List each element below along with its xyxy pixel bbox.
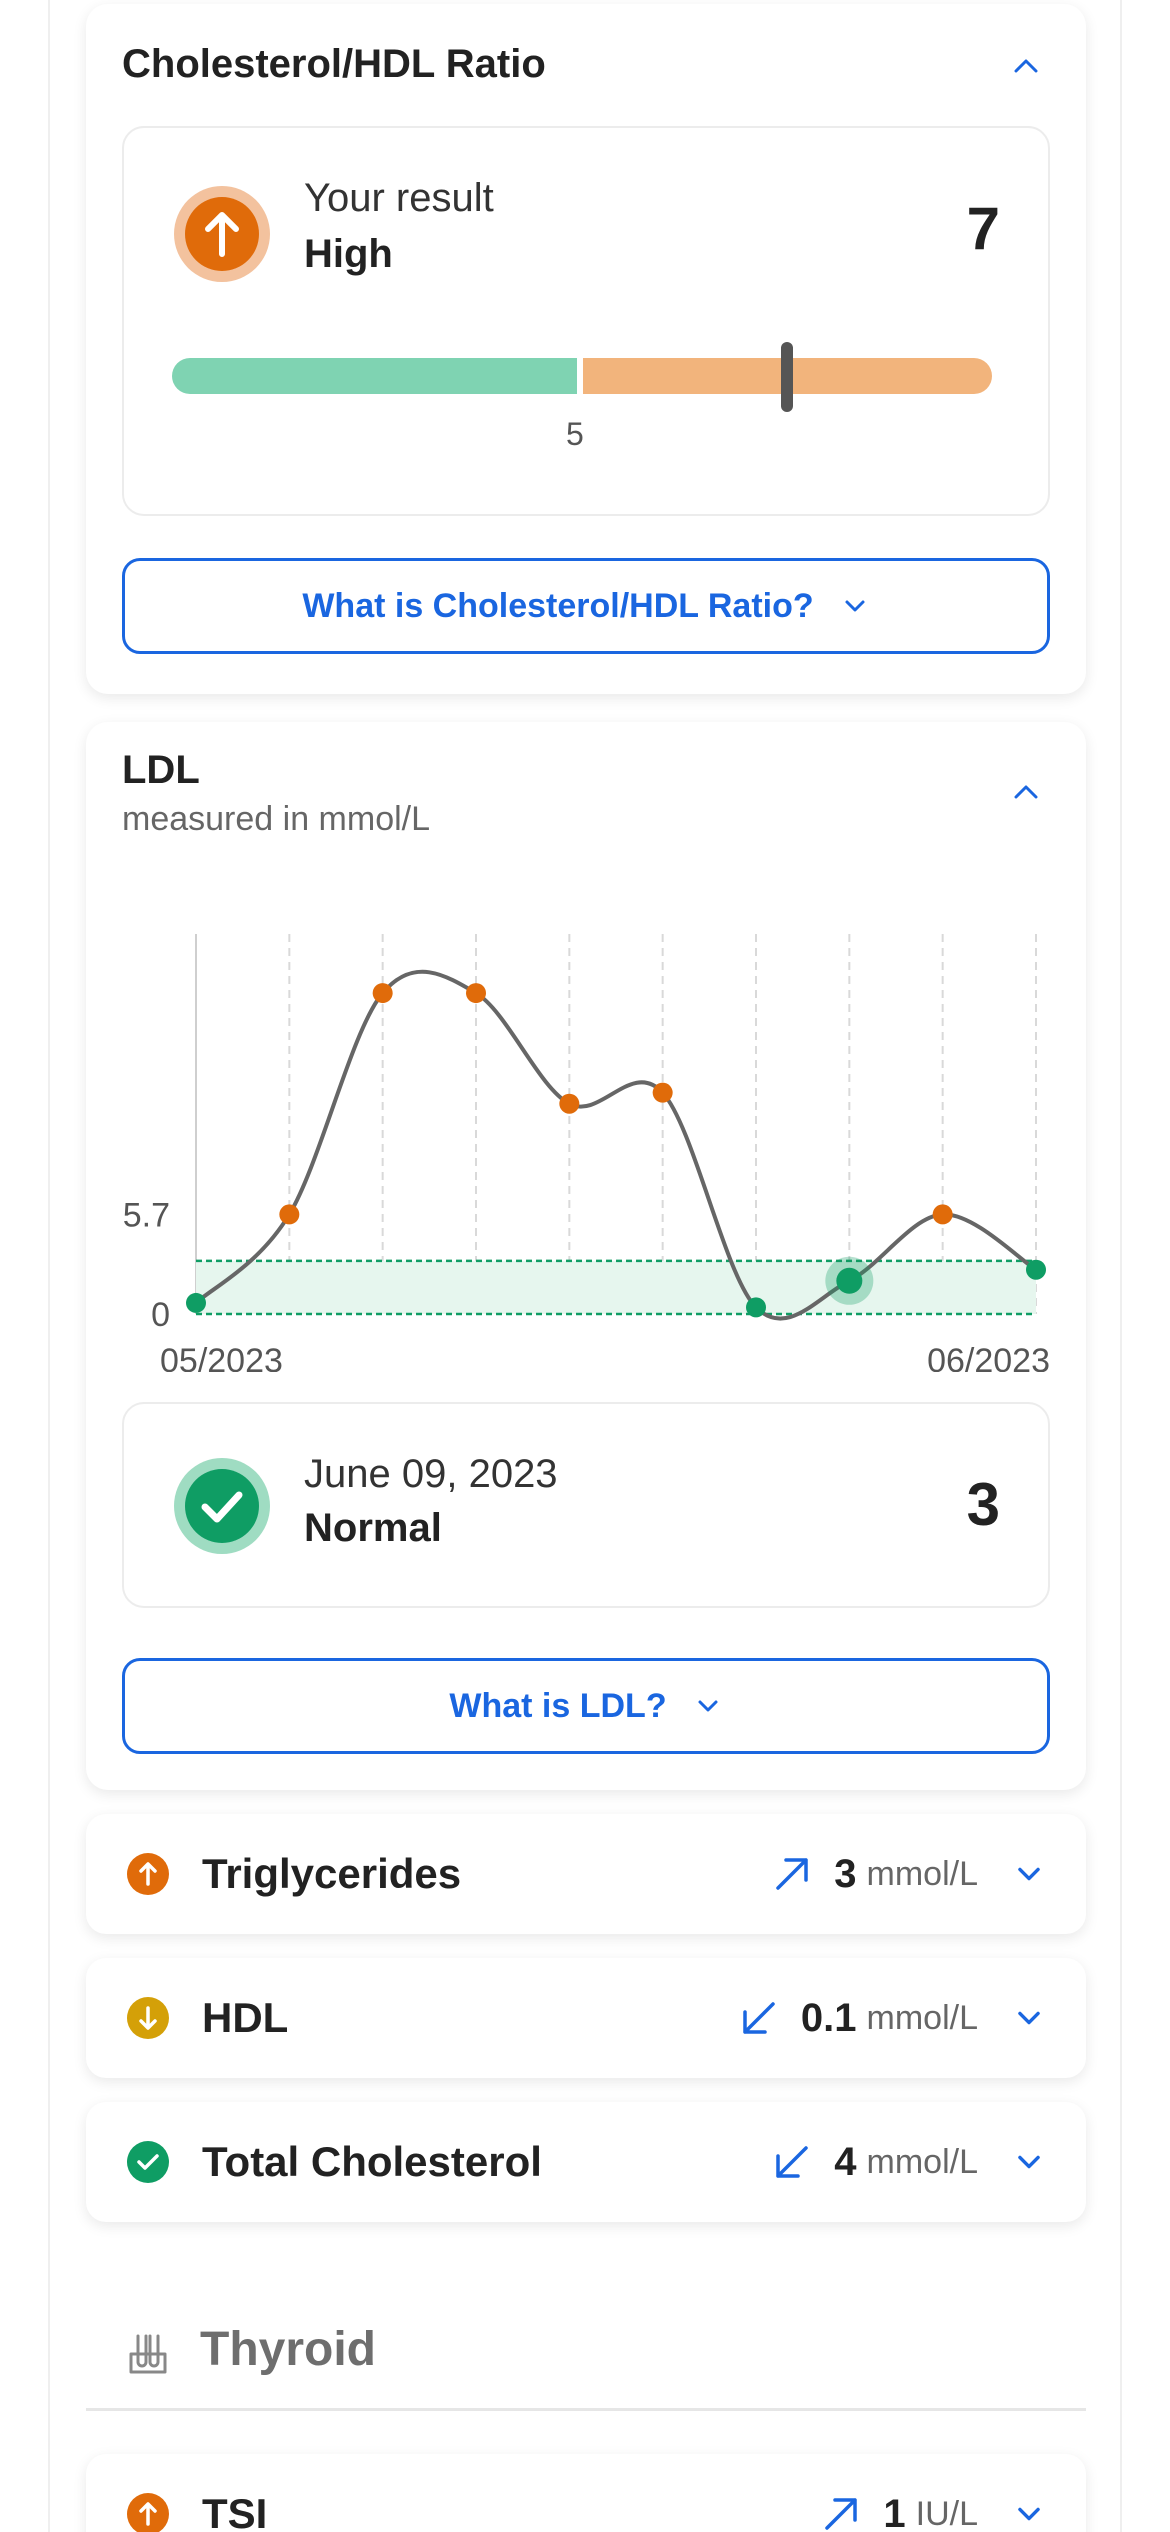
ratio-result-panel: Your result High 7 5	[122, 126, 1050, 516]
data-point	[652, 1082, 673, 1103]
ldl-chart: 0 5.7 05/2023 06/2023	[123, 934, 1050, 1372]
row-value-group: 1 IU/L	[821, 2454, 1046, 2532]
row-name: HDL	[202, 1994, 289, 2041]
row-name: Triglycerides	[202, 1850, 462, 1897]
check-circle-icon	[174, 1458, 270, 1554]
selected-data-point	[836, 1267, 863, 1294]
ldl-card: LDL measured in mmol/L 0 5.7 05/2023 06/202…	[86, 722, 1086, 1790]
arrow-up-circle-icon	[127, 2493, 169, 2532]
row-value: 4	[834, 2139, 857, 2184]
section-divider	[86, 2408, 1086, 2411]
row-value: 3	[834, 1851, 857, 1896]
ldl-result-panel: June 09, 2023 Normal 3	[122, 1402, 1050, 1608]
row-unit: mmol/L	[866, 1854, 978, 1893]
chevron-down-icon	[698, 1700, 718, 1712]
arrow-up-circle-icon	[127, 1853, 169, 1895]
x-tick-label: 05/2023	[160, 1342, 283, 1372]
range-bar-normal	[172, 358, 577, 394]
range-indicator	[781, 342, 793, 412]
ratio-card-title: Cholesterol/HDL Ratio	[122, 42, 546, 86]
triglycerides-row[interactable]: Triglycerides 3 mmol/L	[86, 1814, 1086, 1934]
row-value-group: 0.1 mmol/L	[739, 1958, 1046, 2078]
row-value-group: 3 mmol/L	[772, 1814, 1046, 1934]
data-point	[372, 983, 393, 1004]
row-value: 1	[883, 2491, 906, 2532]
explain-ldl-button[interactable]: What is LDL?	[122, 1658, 1050, 1754]
trend-up-icon	[825, 2498, 858, 2530]
range-bar	[172, 342, 992, 412]
result-value: 3	[966, 1471, 1000, 1538]
data-point	[746, 1297, 766, 1318]
ldl-card-title: LDL	[122, 748, 200, 792]
x-tick-label: 06/2023	[927, 1342, 1050, 1372]
chevron-up-icon[interactable]	[1006, 772, 1046, 812]
y-tick-label: 0	[151, 1296, 170, 1334]
trend-down-icon	[743, 2002, 775, 2034]
total-cholesterol-row[interactable]: Total Cholesterol 4 mmol/L	[86, 2102, 1086, 2222]
tsi-row[interactable]: TSI 1 IU/L	[86, 2454, 1086, 2532]
trend-up-icon	[776, 1858, 809, 1890]
normal-range-band	[196, 1260, 1036, 1314]
data-point	[279, 1204, 300, 1225]
result-value: 7	[966, 195, 1000, 262]
trend-down-icon	[776, 2146, 809, 2178]
ratio-card: Cholesterol/HDL Ratio Your result High 7…	[86, 4, 1086, 694]
result-status: High	[304, 232, 393, 276]
explain-ldl-label: What is LDL?	[449, 1686, 667, 1725]
ldl-card-subtitle: measured in mmol/L	[122, 800, 431, 838]
row-name: Total Cholesterol	[202, 2138, 542, 2185]
result-label: Your result	[304, 176, 494, 220]
test-tubes-icon	[129, 2334, 167, 2374]
row-value-group: 4 mmol/L	[772, 2102, 1046, 2222]
explain-ratio-label: What is Cholesterol/HDL Ratio?	[302, 586, 814, 625]
chevron-down-icon[interactable]	[1012, 2145, 1046, 2179]
data-point	[559, 1093, 580, 1114]
arrow-down-circle-icon	[127, 1997, 169, 2039]
data-point	[932, 1204, 953, 1225]
chevron-down-icon	[845, 600, 865, 612]
arrow-up-icon	[174, 186, 270, 282]
row-unit: mmol/L	[866, 2142, 978, 2181]
row-name: TSI	[202, 2490, 268, 2532]
hdl-row[interactable]: HDL 0.1 mmol/L	[86, 1958, 1086, 2078]
data-point	[1026, 1259, 1046, 1280]
check-circle-icon	[127, 2141, 169, 2183]
result-status: Normal	[304, 1506, 442, 1550]
section-title: Thyroid	[200, 2323, 376, 2376]
row-unit: mmol/L	[866, 1998, 978, 2037]
chevron-down-icon[interactable]	[1012, 2497, 1046, 2531]
data-point	[466, 983, 486, 1004]
chevron-up-icon[interactable]	[1006, 46, 1046, 86]
data-point	[186, 1292, 206, 1313]
explain-ratio-button[interactable]: What is Cholesterol/HDL Ratio?	[122, 558, 1050, 654]
chevron-down-icon[interactable]	[1012, 2001, 1046, 2035]
range-marker-label: 5	[566, 416, 584, 452]
y-tick-label: 5.7	[123, 1196, 170, 1234]
row-value: 0.1	[800, 1995, 857, 2040]
chevron-down-icon[interactable]	[1012, 1857, 1046, 1891]
result-date: June 09, 2023	[304, 1452, 558, 1496]
row-unit: IU/L	[915, 2494, 978, 2532]
